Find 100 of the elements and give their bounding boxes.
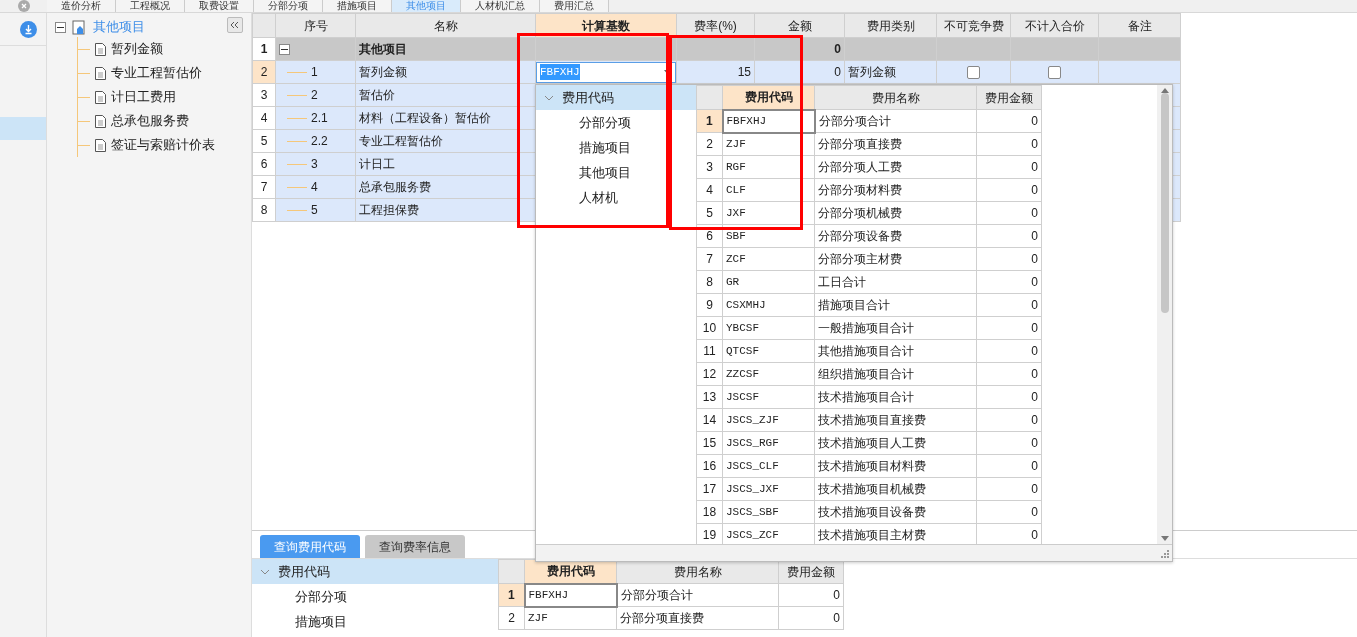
collapse-panel-button[interactable]: [227, 17, 243, 33]
close-icon[interactable]: [17, 0, 30, 12]
row-number[interactable]: 18: [696, 500, 723, 524]
scrollbar[interactable]: [1157, 85, 1172, 544]
table-cell[interactable]: 组织措施项目合计: [814, 362, 977, 386]
table-cell[interactable]: RGF: [722, 155, 815, 179]
tab[interactable]: 取费设置: [185, 0, 254, 12]
row-number[interactable]: 15: [696, 431, 723, 455]
tab[interactable]: 分部分项: [254, 0, 323, 12]
row-number[interactable]: 9: [696, 293, 723, 317]
tab[interactable]: 工程概况: [116, 0, 185, 12]
table-cell[interactable]: 0: [976, 155, 1042, 179]
table-cell[interactable]: 技术措施项目直接费: [814, 408, 977, 432]
tree-item[interactable]: 分部分项: [536, 110, 696, 135]
table-cell[interactable]: JSCS_CLF: [722, 454, 815, 478]
table-cell[interactable]: 工日合计: [814, 270, 977, 294]
table-cell[interactable]: 技术措施项目设备费: [814, 500, 977, 524]
download-icon[interactable]: [20, 20, 37, 38]
row-number[interactable]: 3: [252, 83, 276, 107]
table-cell[interactable]: 0: [976, 408, 1042, 432]
row-number[interactable]: 6: [252, 152, 276, 176]
tree-item[interactable]: 签证与索赔计价表: [111, 135, 215, 155]
tree-item[interactable]: 计日工费用: [111, 87, 176, 107]
table-cell[interactable]: JSCS_SBF: [722, 500, 815, 524]
column-header[interactable]: 费用金额: [976, 85, 1042, 110]
column-header[interactable]: 金额: [754, 13, 845, 38]
table-cell[interactable]: 0: [976, 454, 1042, 478]
table-cell[interactable]: QTCSF: [722, 339, 815, 363]
table-cell[interactable]: 分部分项合计: [814, 109, 977, 133]
table-cell[interactable]: 分部分项设备费: [814, 224, 977, 248]
row-number[interactable]: 8: [696, 270, 723, 294]
row-number[interactable]: 2: [498, 606, 525, 630]
table-cell[interactable]: JSCS_ZJF: [722, 408, 815, 432]
row-number[interactable]: 12: [696, 362, 723, 386]
table-cell[interactable]: JSCS_JXF: [722, 477, 815, 501]
table-cell[interactable]: 0: [976, 431, 1042, 455]
column-header[interactable]: 序号: [275, 13, 356, 38]
checkbox[interactable]: [967, 66, 980, 80]
tree-item[interactable]: 费用代码: [536, 85, 696, 110]
scroll-down-icon[interactable]: [1160, 536, 1169, 541]
table-cell[interactable]: 0: [976, 178, 1042, 202]
row-number[interactable]: 2: [252, 60, 276, 84]
tree-item[interactable]: 暂列金额: [111, 39, 163, 59]
row-number[interactable]: 4: [696, 178, 723, 202]
table-cell[interactable]: 分部分项人工费: [814, 155, 977, 179]
tab[interactable]: 造价分析: [47, 0, 116, 12]
table-cell[interactable]: 0: [976, 385, 1042, 409]
row-number[interactable]: 11: [696, 339, 723, 363]
row-number[interactable]: 14: [696, 408, 723, 432]
table-cell[interactable]: 技术措施项目材料费: [814, 454, 977, 478]
row-number[interactable]: 3: [696, 155, 723, 179]
table-cell[interactable]: 0: [976, 224, 1042, 248]
column-header[interactable]: 不计入合价: [1010, 13, 1099, 38]
table-cell[interactable]: 分部分项合计: [616, 583, 779, 607]
table-cell[interactable]: JSCSF: [722, 385, 815, 409]
table-cell[interactable]: 技术措施项目人工费: [814, 431, 977, 455]
table-cell[interactable]: 0: [976, 109, 1042, 133]
tree-item[interactable]: 总承包服务费: [111, 111, 189, 131]
row-number[interactable]: 4: [252, 106, 276, 130]
chevron-icon[interactable]: [260, 568, 270, 575]
row-number[interactable]: 16: [696, 454, 723, 478]
table-cell[interactable]: ZCF: [722, 247, 815, 271]
table-cell[interactable]: 分部分项材料费: [814, 178, 977, 202]
table-cell[interactable]: ZJF: [524, 606, 617, 630]
table-cell[interactable]: 0: [778, 606, 844, 630]
table-cell[interactable]: 技术措施项目合计: [814, 385, 977, 409]
table-cell[interactable]: 措施项目合计: [814, 293, 977, 317]
table-cell[interactable]: GR: [722, 270, 815, 294]
row-number[interactable]: 1: [498, 583, 525, 607]
tree-item[interactable]: 其他项目: [536, 160, 696, 185]
table-cell[interactable]: 分部分项机械费: [814, 201, 977, 225]
table-cell[interactable]: SBF: [722, 224, 815, 248]
table-cell[interactable]: 分部分项直接费: [814, 132, 977, 156]
table-cell[interactable]: 0: [976, 132, 1042, 156]
table-cell[interactable]: JSCS_RGF: [722, 431, 815, 455]
table-cell[interactable]: 0: [976, 477, 1042, 501]
tree-item[interactable]: 措施项目: [536, 135, 696, 160]
table-cell[interactable]: 分部分项主材费: [814, 247, 977, 271]
tab[interactable]: 措施项目: [323, 0, 392, 12]
row-number[interactable]: 17: [696, 477, 723, 501]
table-cell[interactable]: FBFXHJ: [722, 109, 815, 133]
table-cell[interactable]: 0: [976, 270, 1042, 294]
table-cell[interactable]: ZJF: [722, 132, 815, 156]
row-number[interactable]: 5: [696, 201, 723, 225]
tree-item[interactable]: 人材机: [536, 185, 696, 210]
tab[interactable]: 查询费率信息: [365, 535, 465, 558]
chevron-icon[interactable]: [544, 94, 554, 101]
column-header[interactable]: 费用类别: [844, 13, 937, 38]
table-cell[interactable]: FBFXHJ: [524, 583, 617, 607]
table-cell[interactable]: 分部分项直接费: [616, 606, 779, 630]
row-number[interactable]: 13: [696, 385, 723, 409]
tree-item[interactable]: 费用代码: [252, 559, 498, 584]
table-cell[interactable]: 0: [976, 316, 1042, 340]
table-cell[interactable]: 一般措施项目合计: [814, 316, 977, 340]
table-cell[interactable]: YBCSF: [722, 316, 815, 340]
column-header[interactable]: 费用代码: [722, 85, 815, 110]
table-cell[interactable]: 0: [976, 339, 1042, 363]
row-number[interactable]: 5: [252, 129, 276, 153]
table-cell[interactable]: 0: [976, 293, 1042, 317]
table-cell[interactable]: 0: [976, 201, 1042, 225]
